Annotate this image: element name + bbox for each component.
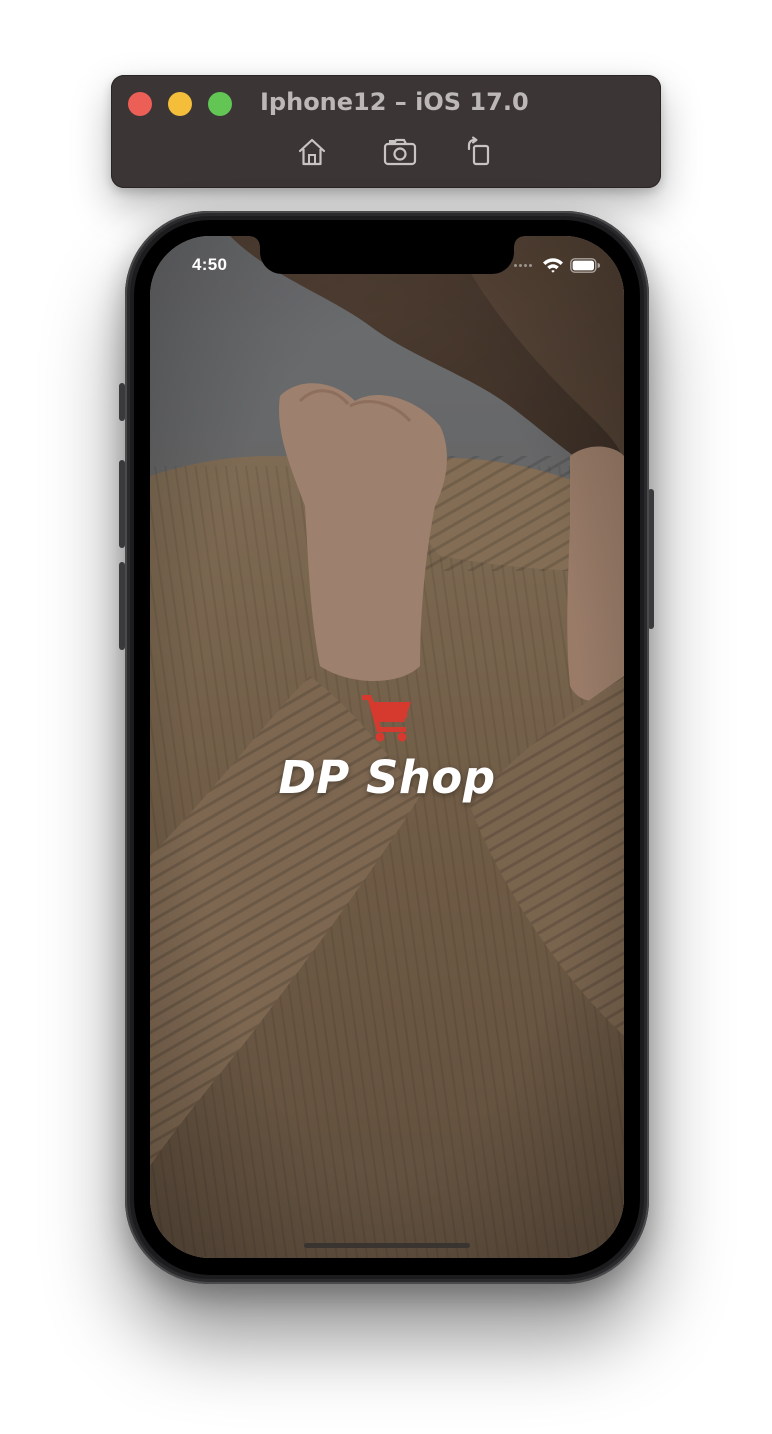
- app-screen[interactable]: 4:50 DP Shop: [150, 236, 624, 1258]
- camera-icon: [383, 138, 417, 166]
- shopping-cart-icon: [362, 695, 411, 742]
- window-close-button[interactable]: [128, 92, 152, 116]
- signal-icon: [514, 263, 532, 267]
- wifi-icon: [543, 258, 563, 273]
- status-bar-time: 4:50: [192, 255, 228, 274]
- camera-notch: [250, 236, 524, 274]
- rotate-icon: [467, 136, 490, 166]
- status-bar-icons: [514, 256, 600, 274]
- simulator-toolbar: Iphone12 – iOS 17.0: [111, 75, 661, 188]
- rotate-button[interactable]: [461, 135, 497, 169]
- battery-icon: [570, 257, 600, 273]
- screenshot-button[interactable]: [382, 135, 418, 169]
- simulator-title: Iphone12 – iOS 17.0: [260, 88, 529, 116]
- app-title: DP Shop: [278, 751, 496, 804]
- window-minimize-button[interactable]: [168, 92, 192, 116]
- splash-content: DP Shop: [150, 691, 624, 804]
- home-icon: [298, 138, 326, 166]
- home-indicator[interactable]: [304, 1243, 470, 1248]
- home-button[interactable]: [294, 135, 330, 169]
- window-maximize-button[interactable]: [208, 92, 232, 116]
